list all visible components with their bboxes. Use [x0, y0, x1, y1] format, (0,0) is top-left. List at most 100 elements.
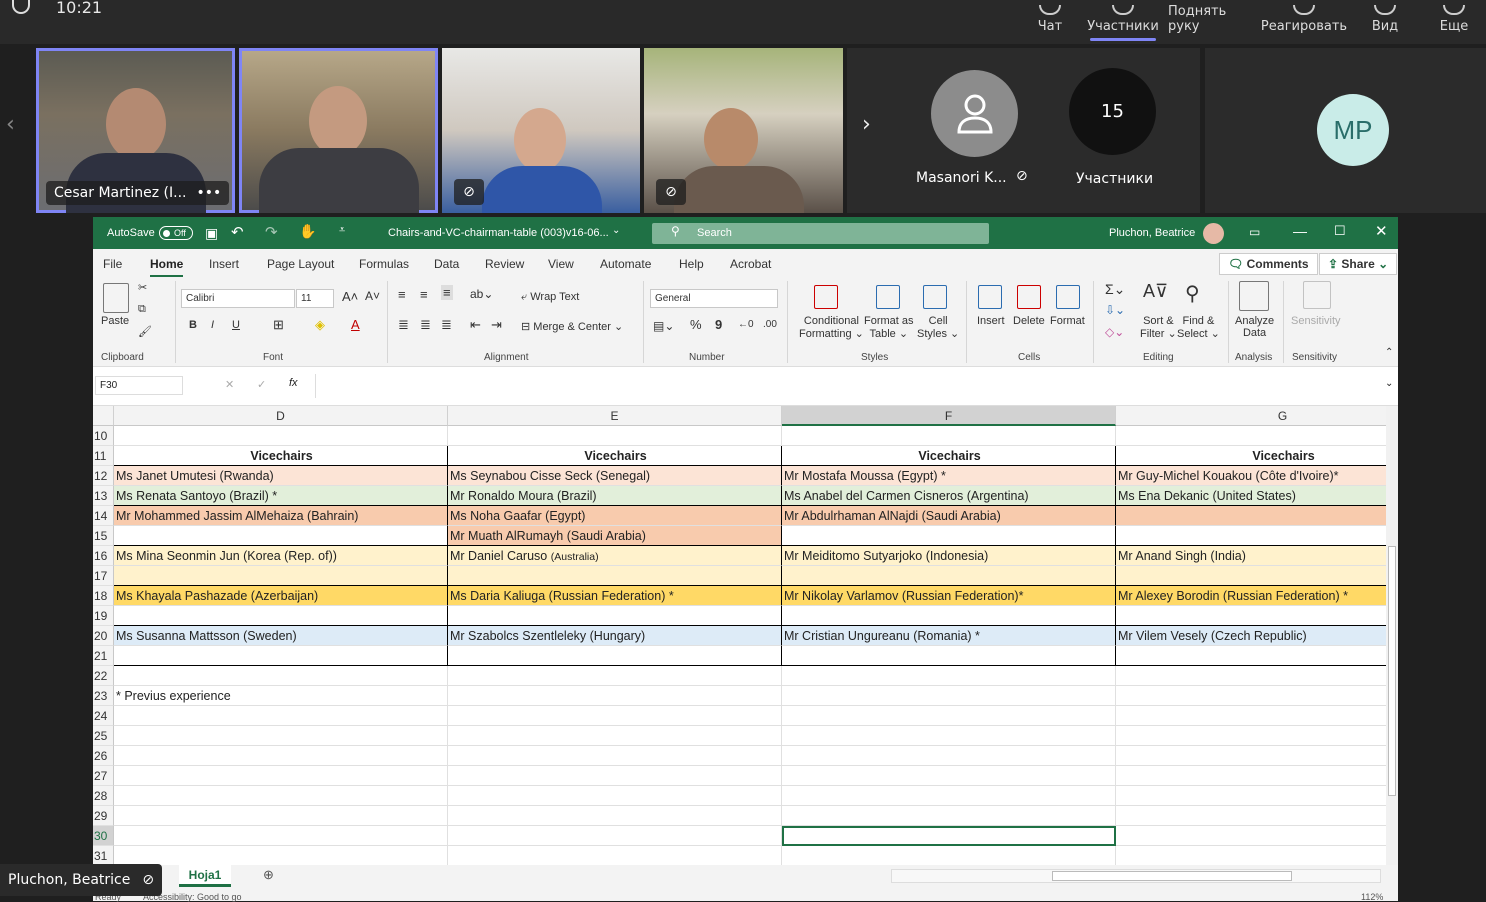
column-header-d[interactable]: D — [114, 406, 448, 426]
cell[interactable] — [782, 706, 1116, 726]
row-header[interactable]: 28 — [93, 786, 114, 806]
cell[interactable]: Mr Cristian Ungureanu (Romania) * — [782, 626, 1116, 646]
row-header[interactable]: 27 — [93, 766, 114, 786]
cell[interactable] — [114, 646, 448, 666]
row-header[interactable]: 31 — [93, 846, 114, 865]
cell[interactable] — [448, 426, 782, 446]
copy-icon[interactable]: ⧉ — [138, 303, 146, 316]
react-button[interactable]: Реагировать — [1261, 0, 1347, 44]
cell[interactable] — [114, 846, 448, 865]
row-header[interactable]: 24 — [93, 706, 114, 726]
cell[interactable] — [114, 786, 448, 806]
cell[interactable] — [448, 806, 782, 826]
cell[interactable] — [114, 746, 448, 766]
save-icon[interactable]: ▣ — [205, 225, 218, 242]
tab-formulas[interactable]: Formulas — [359, 257, 409, 271]
align-left-icon[interactable]: ≣ — [398, 317, 409, 333]
cell[interactable] — [1116, 426, 1398, 446]
cancel-icon[interactable]: ✕ — [225, 378, 234, 391]
video-tile-cesar[interactable]: Cesar Martinez (I... ••• — [36, 48, 235, 213]
video-tile-2[interactable] — [239, 48, 438, 213]
column-header-f[interactable]: F — [782, 406, 1116, 426]
collapse-ribbon-icon[interactable]: ⌃ — [1385, 347, 1393, 358]
row-header[interactable]: 20 — [93, 626, 114, 646]
name-box[interactable]: F30 — [95, 376, 183, 395]
cell[interactable]: Ms Seynabou Cisse Seck (Senegal) — [448, 466, 782, 486]
conditional-formatting-icon[interactable] — [814, 285, 838, 309]
cell[interactable]: Mr Abdulrhaman AlNajdi (Saudi Arabia) — [782, 506, 1116, 526]
cell[interactable] — [114, 726, 448, 746]
select-all-corner[interactable] — [93, 406, 114, 426]
participants-button[interactable]: Участники — [1087, 0, 1159, 44]
tab-review[interactable]: Review — [485, 257, 524, 271]
cell[interactable] — [1116, 766, 1398, 786]
row-header[interactable]: 10 — [93, 426, 114, 446]
cell[interactable]: Ms Anabel del Carmen Cisneros (Argentina… — [782, 486, 1116, 506]
row-header[interactable]: 12 — [93, 466, 114, 486]
tab-file[interactable]: File — [103, 257, 122, 271]
cell[interactable]: Mr Daniel Caruso (Australia) — [448, 546, 782, 566]
cell-styles-button[interactable]: Cell Styles ⌄ — [917, 315, 959, 340]
cell[interactable]: Mr Mohammed Jassim AlMehaiza (Bahrain) — [114, 506, 448, 526]
more-button[interactable]: Еще — [1436, 0, 1472, 44]
cell[interactable]: Vicechairs — [448, 446, 782, 466]
row-header[interactable]: 15 — [93, 526, 114, 546]
conditional-formatting-button[interactable]: Conditional Formatting ⌄ — [799, 315, 864, 340]
masanori-avatar[interactable] — [931, 70, 1018, 157]
font-color-icon[interactable]: A — [351, 317, 360, 332]
cell[interactable] — [782, 846, 1116, 865]
cell[interactable] — [1116, 606, 1398, 626]
column-header-g[interactable]: G — [1116, 406, 1398, 426]
vertical-scrollbar[interactable] — [1386, 406, 1398, 865]
tab-insert[interactable]: Insert — [209, 257, 239, 271]
tab-view[interactable]: View — [548, 257, 574, 271]
row-header[interactable]: 14 — [93, 506, 114, 526]
cell[interactable] — [448, 726, 782, 746]
autosave-toggle[interactable]: Off — [159, 226, 193, 240]
format-as-table-button[interactable]: Format as Table ⌄ — [864, 315, 914, 340]
cell[interactable] — [1116, 786, 1398, 806]
cell[interactable] — [448, 686, 782, 706]
cell[interactable] — [114, 766, 448, 786]
horizontal-scrollbar[interactable] — [891, 869, 1381, 883]
cell[interactable]: Mr Meiditomo Sutyarjoko (Indonesia) — [782, 546, 1116, 566]
add-sheet-icon[interactable]: ⊕ — [263, 867, 274, 883]
chevron-down-icon[interactable]: ⌄ — [612, 225, 620, 236]
cell[interactable] — [782, 806, 1116, 826]
cell[interactable] — [448, 706, 782, 726]
user-avatar[interactable] — [1203, 223, 1224, 244]
tab-data[interactable]: Data — [434, 257, 459, 271]
row-header[interactable]: 11 — [93, 446, 114, 466]
increase-indent-icon[interactable]: ⇥ — [491, 317, 502, 333]
decrease-font-icon[interactable]: A˅ — [365, 289, 380, 303]
customize-qat-icon[interactable]: ⩡ — [339, 224, 345, 237]
column-header-e[interactable]: E — [448, 406, 782, 426]
cell[interactable] — [782, 426, 1116, 446]
tab-page-layout[interactable]: Page Layout — [267, 257, 334, 271]
cell[interactable] — [1116, 806, 1398, 826]
font-size-select[interactable]: 11 — [296, 289, 334, 308]
cell[interactable] — [1116, 526, 1398, 546]
file-name[interactable]: Chairs-and-VC-chairman-table (003)v16-06… — [388, 227, 609, 239]
merge-center-button[interactable]: ⊟ Merge & Center ⌄ — [521, 320, 623, 333]
video-tile-4[interactable]: ⊘ — [644, 48, 843, 213]
cell[interactable]: Ms Susanna Mattsson (Sweden) — [114, 626, 448, 646]
cell[interactable] — [448, 606, 782, 626]
cell[interactable]: Mr Muath AlRumayh (Saudi Arabia) — [448, 526, 782, 546]
font-name-select[interactable]: Calibri — [181, 289, 295, 308]
cell[interactable]: Ms Janet Umutesi (Rwanda) — [114, 466, 448, 486]
sensitivity-button[interactable]: Sensitivity — [1291, 315, 1341, 327]
row-header[interactable]: 21 — [93, 646, 114, 666]
cell[interactable]: Ms Daria Kaliuga (Russian Federation) * — [448, 586, 782, 606]
cell[interactable] — [114, 826, 448, 846]
number-format-select[interactable]: General — [650, 289, 778, 308]
row-header[interactable]: 19 — [93, 606, 114, 626]
cell[interactable] — [782, 686, 1116, 706]
cut-icon[interactable]: ✂ — [138, 281, 147, 294]
row-header[interactable]: 13 — [93, 486, 114, 506]
ribbon-display-icon[interactable]: ▭ — [1249, 225, 1260, 239]
align-bottom-icon[interactable]: ≡ — [441, 285, 453, 300]
cell[interactable] — [1116, 506, 1398, 526]
tab-acrobat[interactable]: Acrobat — [730, 257, 771, 271]
cell[interactable] — [782, 666, 1116, 686]
